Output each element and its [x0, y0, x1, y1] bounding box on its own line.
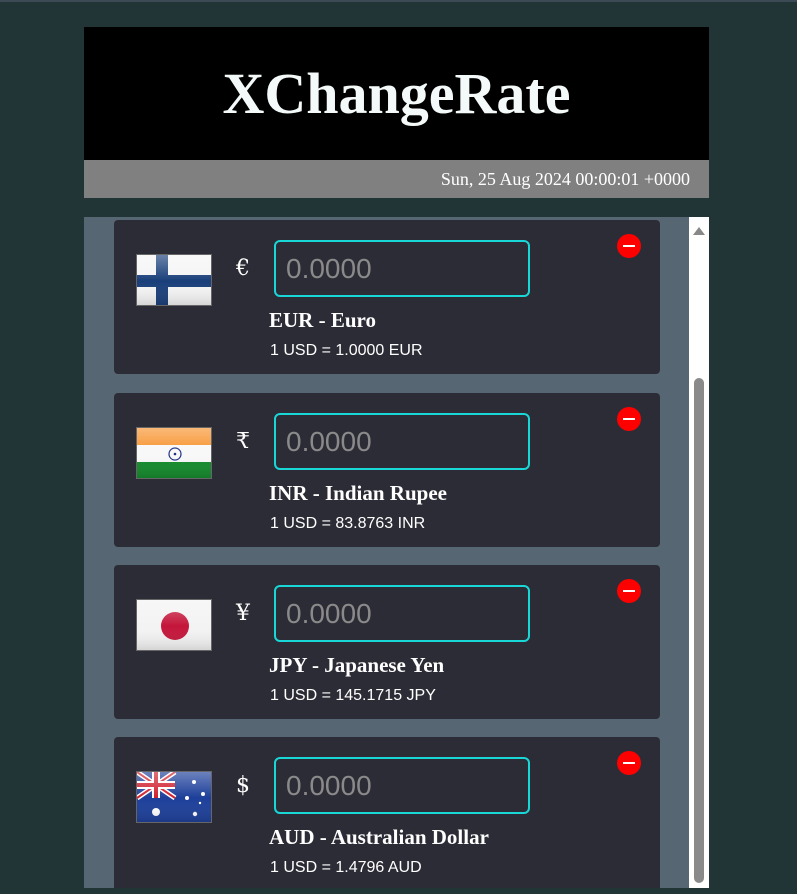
currency-card-inr: ₹ INR - Indian Rupee 1 USD = 83.8763 INR	[114, 393, 660, 547]
amount-input-aud[interactable]	[274, 757, 530, 814]
australia-flag-icon	[136, 771, 212, 823]
list-scrollbar[interactable]	[689, 217, 709, 888]
currency-card-jpy: ¥ JPY - Japanese Yen 1 USD = 145.1715 JP…	[114, 565, 660, 719]
scroll-up-arrow-icon[interactable]	[693, 227, 705, 235]
currency-symbol: $	[236, 773, 250, 798]
last-updated-date: Sun, 25 Aug 2024 00:00:01 +0000	[440, 168, 690, 189]
remove-currency-button[interactable]	[617, 579, 641, 603]
date-bar: Sun, 25 Aug 2024 00:00:01 +0000	[84, 160, 709, 198]
app-title: XChangeRate	[222, 61, 571, 126]
currency-name: AUD - Australian Dollar	[269, 825, 489, 849]
finland-flag-icon	[136, 254, 212, 306]
japan-flag-icon	[136, 599, 212, 651]
header: XChangeRate	[84, 27, 709, 160]
currency-card-eur: € EUR - Euro 1 USD = 1.0000 EUR	[114, 220, 660, 374]
scrollbar-thumb[interactable]	[694, 378, 704, 883]
amount-input-jpy[interactable]	[274, 585, 530, 642]
minus-icon	[623, 762, 635, 764]
remove-currency-button[interactable]	[617, 751, 641, 775]
remove-currency-button[interactable]	[617, 234, 641, 258]
currency-name: EUR - Euro	[269, 308, 376, 332]
currency-name: JPY - Japanese Yen	[269, 653, 445, 677]
exchange-rate-text: 1 USD = 1.0000 EUR	[270, 342, 423, 359]
remove-currency-button[interactable]	[617, 407, 641, 431]
amount-input-eur[interactable]	[274, 240, 530, 297]
window-top-border	[0, 0, 797, 2]
currency-card-aud: $ AUD - Australian Dollar 1 USD = 1.4796…	[114, 737, 660, 888]
currency-symbol: ₹	[236, 429, 250, 454]
currency-list[interactable]: € EUR - Euro 1 USD = 1.0000 EUR	[84, 217, 709, 888]
app-header-container: XChangeRate Sun, 25 Aug 2024 00:00:01 +0…	[84, 27, 709, 198]
minus-icon	[623, 418, 635, 420]
exchange-rate-text: 1 USD = 145.1715 JPY	[270, 687, 436, 704]
currency-symbol: ¥	[236, 601, 250, 626]
minus-icon	[623, 590, 635, 592]
exchange-rate-text: 1 USD = 1.4796 AUD	[270, 859, 422, 876]
currency-name: INR - Indian Rupee	[269, 481, 447, 505]
exchange-rate-text: 1 USD = 83.8763 INR	[270, 515, 426, 532]
amount-input-inr[interactable]	[274, 413, 530, 470]
currency-symbol: €	[236, 256, 250, 281]
minus-icon	[623, 245, 635, 247]
india-flag-icon	[136, 427, 212, 479]
